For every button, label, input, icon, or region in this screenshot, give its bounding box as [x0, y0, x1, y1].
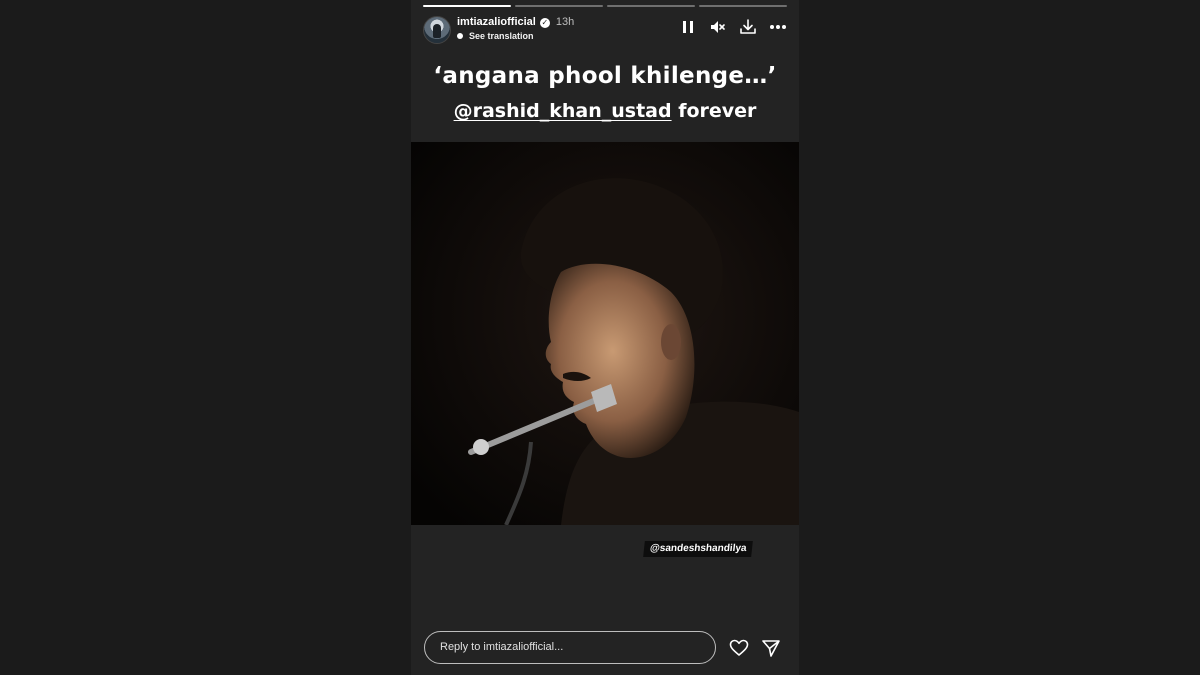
mention-rashid-khan-ustad[interactable]: @rashid_khan_ustad: [454, 100, 672, 122]
time-ago: 13h: [555, 16, 575, 28]
verified-check-icon: ✓: [539, 18, 550, 28]
story-photo: [411, 142, 799, 525]
story-controls: [679, 18, 787, 36]
progress-segment: [607, 5, 695, 7]
see-translation-text[interactable]: See translation: [469, 31, 534, 41]
avatar[interactable]: [423, 16, 451, 44]
more-icon[interactable]: [769, 18, 787, 36]
caption-suffix: forever: [671, 100, 757, 122]
username[interactable]: imtiazaliofficial ✓ 13h: [457, 16, 574, 28]
story-caption-mention-line: @rashid_khan_ustad forever: [411, 100, 799, 122]
mute-icon[interactable]: [709, 18, 727, 36]
progress-segment: [515, 5, 603, 7]
pause-icon[interactable]: [679, 18, 697, 36]
progress-segment: [423, 5, 511, 7]
story-viewer: imtiazaliofficial✓ 13h See translation: [411, 0, 799, 675]
story-header: imtiazaliofficial ✓ 13h See translation: [423, 14, 787, 46]
story-progress-bar: [423, 5, 787, 7]
story-caption-title: ‘angana phool khilenge…’: [433, 63, 777, 89]
send-icon[interactable]: [761, 638, 781, 658]
translate-icon: [457, 33, 463, 39]
progress-segment: [699, 5, 787, 7]
see-translation-link[interactable]: See translation: [457, 31, 534, 41]
reply-input[interactable]: Reply to imtiazaliofficial...: [424, 631, 716, 664]
heart-icon[interactable]: [729, 638, 749, 658]
photo-credit-mention[interactable]: @sandeshshandilya: [643, 541, 754, 557]
download-icon[interactable]: [739, 18, 757, 36]
username-text[interactable]: imtiazaliofficial: [457, 16, 536, 28]
